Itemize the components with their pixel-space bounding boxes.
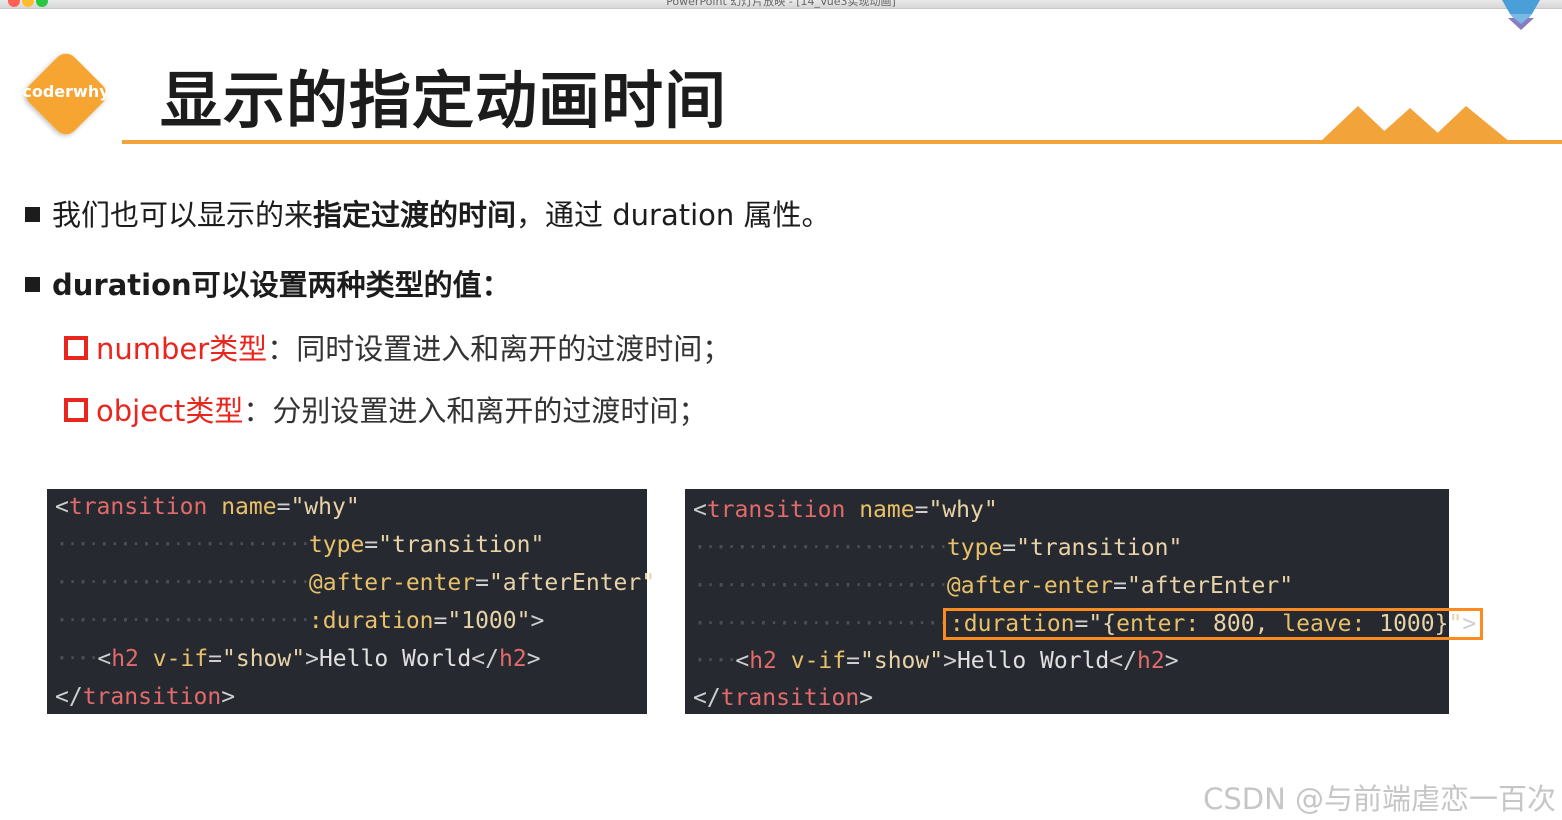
bullet-square-icon [25, 207, 40, 222]
coderwhy-logo: coderwhy [16, 44, 116, 144]
bullet-1-post: ，通过 duration 属性。 [516, 198, 831, 232]
bullet-duration-intro: 我们也可以显示的来指定过渡的时间，通过 duration 属性。 [25, 192, 831, 234]
bullet-1-strong: 指定过渡的时间 [313, 198, 517, 232]
sub-bullet-object-type: object类型：分别设置进入和离开的过渡时间； [64, 388, 707, 430]
sub-bullet-2-label: object类型 [96, 394, 244, 428]
sub-bullet-1-desc: ：同时设置进入和离开的过渡时间； [267, 332, 732, 366]
sub-bullet-2-desc: ：分别设置进入和离开的过渡时间； [243, 394, 708, 428]
title-underline [122, 140, 1562, 144]
code-line: ·‧·‧·‧·‧·‧·‧·‧·‧·‧·‧·‧·‧type="transition… [55, 532, 545, 558]
code-line: ·‧·‧·‧·‧·‧·‧·‧·‧·‧·‧·‧·‧@after-enter="af… [55, 570, 656, 596]
duration-highlight-box: :duration="{enter: 800, leave: 1000}"> [942, 608, 1484, 640]
code-line: ·‧·‧·‧·‧·‧·‧·‧·‧·‧·‧·‧·‧:duration="{ente… [693, 607, 1484, 641]
hollow-square-icon [64, 336, 88, 360]
sub-bullet-1-label: number类型 [96, 332, 268, 366]
code-line: ·‧·‧<h2 v-if="show">Hello World</h2> [55, 646, 541, 672]
code-line: ·‧·‧·‧·‧·‧·‧·‧·‧·‧·‧·‧·‧type="transition… [693, 535, 1183, 561]
window-title: PowerPoint 幻灯片放映 - [14_Vue3实现动画] [666, 0, 896, 8]
app-logo-icon [1502, 0, 1540, 30]
code-line: ·‧·‧<h2 v-if="show">Hello World</h2> [693, 648, 1179, 674]
code-line: <transition name="why" [693, 497, 998, 523]
sub-bullet-number-type: number类型：同时设置进入和离开的过渡时间； [64, 326, 731, 368]
bullet-2-text: duration可以设置两种类型的值： [52, 268, 511, 302]
csdn-watermark: CSDN @与前端虐恋一百次 [1203, 782, 1556, 816]
code-block-number-duration: <transition name="why" ·‧·‧·‧·‧·‧·‧·‧·‧·… [47, 489, 655, 714]
mountain-decoration-icon [1320, 106, 1510, 142]
bullet-duration-types: duration可以设置两种类型的值： [25, 262, 511, 304]
code-line: ·‧·‧·‧·‧·‧·‧·‧·‧·‧·‧·‧·‧:duration="1000"… [55, 608, 545, 634]
bullet-square-icon [25, 277, 40, 292]
hollow-square-icon [64, 398, 88, 422]
code-block-object-duration: <transition name="why" ·‧·‧·‧·‧·‧·‧·‧·‧·… [685, 489, 1484, 714]
code-line: <transition name="why" [55, 494, 360, 520]
window-titlebar: PowerPoint 幻灯片放映 - [14_Vue3实现动画] [0, 0, 1562, 9]
bullet-1-pre: 我们也可以显示的来 [52, 198, 314, 232]
code-line: </transition> [55, 684, 236, 710]
logo-text: coderwhy [22, 82, 110, 101]
code-line: ·‧·‧·‧·‧·‧·‧·‧·‧·‧·‧·‧·‧@after-enter="af… [693, 573, 1294, 599]
code-line: </transition> [693, 685, 874, 711]
slide-title: 显示的指定动画时间 [160, 64, 728, 137]
slide-page: PowerPoint 幻灯片放映 - [14_Vue3实现动画] coderwh… [0, 0, 1562, 820]
